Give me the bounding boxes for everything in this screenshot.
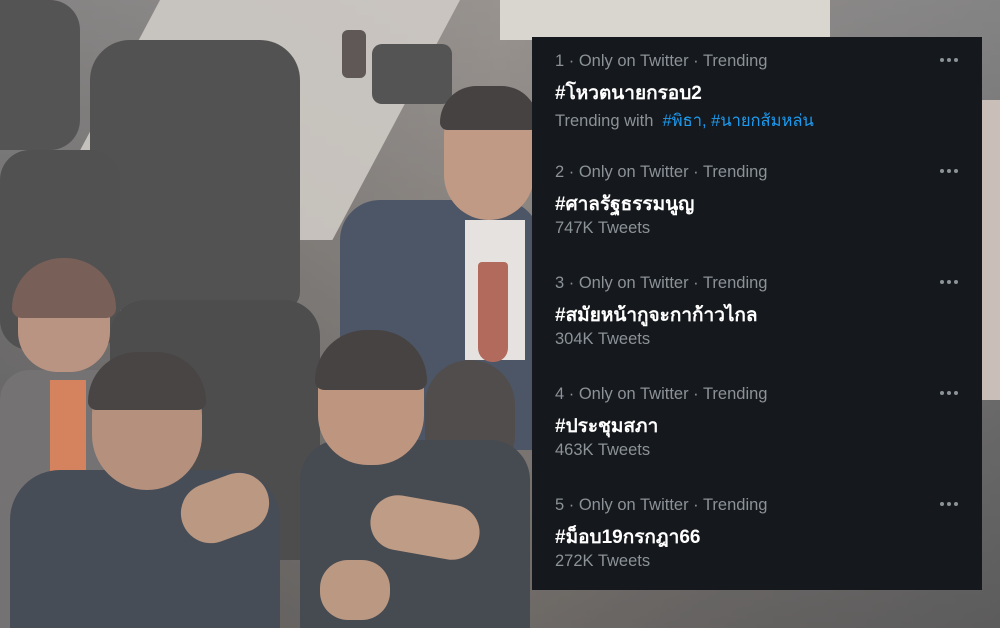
trend-item-3[interactable]: 3 · Only on Twitter · Trending #สมัยหน้า… [532,259,982,369]
more-horizontal-icon[interactable] [938,271,960,293]
more-horizontal-icon[interactable] [938,382,960,404]
trending-with-label: Trending with [555,112,654,130]
trend-item-2[interactable]: 2 · Only on Twitter · Trending #ศาลรัฐธร… [532,148,982,258]
trend-hashtag[interactable]: #ประชุมสภา [555,411,658,441]
related-hashtag-link[interactable]: #พิธา [663,112,702,130]
trend-meta: 4 · Only on Twitter · Trending [555,385,768,403]
more-horizontal-icon[interactable] [938,49,960,71]
trending-with: Trending with #พิธา, #นายกส้มหล่น [555,112,814,130]
trend-hashtag[interactable]: #สมัยหน้ากูจะกาก้าวไกล [555,300,758,330]
trend-meta: 2 · Only on Twitter · Trending [555,163,768,181]
trend-item-4[interactable]: 4 · Only on Twitter · Trending #ประชุมสภ… [532,370,982,480]
trend-meta: 1 · Only on Twitter · Trending [555,52,768,70]
trending-panel: 1 · Only on Twitter · Trending #โหวตนายก… [532,37,982,590]
trend-hashtag[interactable]: #ม็อบ19กรกฎา66 [555,522,700,552]
trend-item-5[interactable]: 5 · Only on Twitter · Trending #ม็อบ19กร… [532,481,982,591]
tweet-count: 747K Tweets [555,219,651,237]
trend-meta: 3 · Only on Twitter · Trending [555,274,768,292]
trend-meta: 5 · Only on Twitter · Trending [555,496,768,514]
tweet-count: 272K Tweets [555,552,651,570]
more-horizontal-icon[interactable] [938,160,960,182]
more-horizontal-icon[interactable] [938,493,960,515]
trend-hashtag[interactable]: #โหวตนายกรอบ2 [555,78,702,108]
trend-hashtag[interactable]: #ศาลรัฐธรรมนูญ [555,189,694,219]
tweet-count: 463K Tweets [555,441,651,459]
tweet-count: 304K Tweets [555,330,651,348]
related-hashtag-link[interactable]: #นายกส้มหล่น [711,112,814,130]
trend-item-1[interactable]: 1 · Only on Twitter · Trending #โหวตนายก… [532,37,982,147]
